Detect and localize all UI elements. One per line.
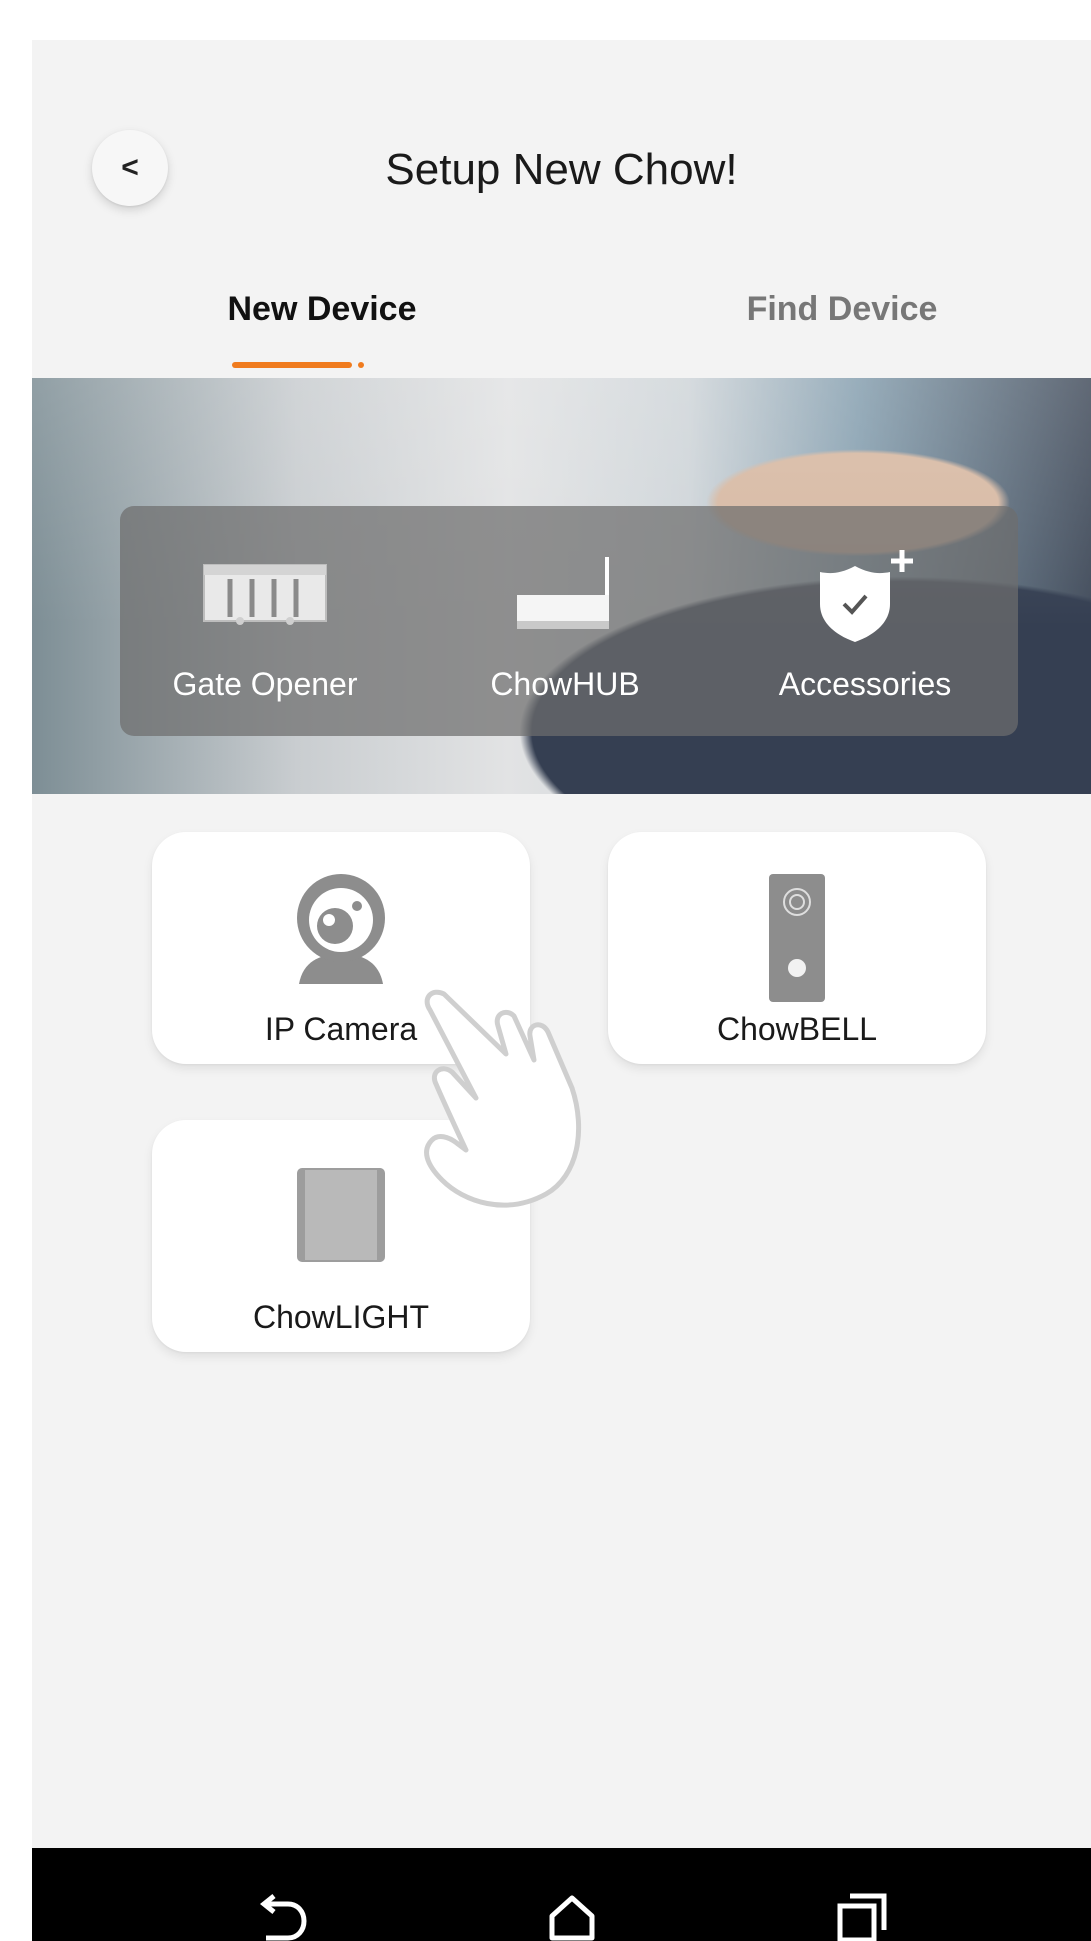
home-icon xyxy=(549,1895,595,1941)
nav-recents-button[interactable] xyxy=(822,1878,902,1941)
device-card-label: ChowBELL xyxy=(716,1011,878,1047)
hero-item-label: Gate Opener xyxy=(172,666,358,702)
hero-item-label: ChowHUB xyxy=(490,666,640,702)
chevron-left-icon: < xyxy=(121,151,139,184)
nav-home-button[interactable] xyxy=(532,1878,612,1941)
hero-category-panel: Gate Opener ChowHUB Accessories xyxy=(120,506,1018,736)
tap-hand-icon xyxy=(424,989,582,1208)
hero-item-accessories[interactable]: Accessories xyxy=(720,506,1010,736)
hero-item-chowhub[interactable]: ChowHUB xyxy=(420,506,710,736)
hub-router-icon xyxy=(517,557,609,629)
active-tab-indicator xyxy=(232,362,352,368)
page-title: Setup New Chow! xyxy=(385,145,738,194)
system-navigation-bar xyxy=(32,1848,1091,1941)
recents-icon xyxy=(837,1893,887,1941)
hero-banner: Gate Opener ChowHUB Accessories xyxy=(32,378,1091,794)
device-card-chowbell[interactable]: ChowBELL xyxy=(608,832,986,1064)
light-switch-icon xyxy=(297,1168,385,1262)
back-button[interactable]: < xyxy=(92,130,168,206)
ip-camera-icon xyxy=(297,874,385,984)
tab-find-device[interactable]: Find Device xyxy=(722,290,962,329)
doorbell-icon xyxy=(769,874,825,1002)
nav-back-button[interactable] xyxy=(242,1878,322,1941)
shield-plus-icon xyxy=(820,550,913,642)
setup-screen: < Setup New Chow! New Device Find Device xyxy=(32,40,1091,1941)
tab-new-device[interactable]: New Device xyxy=(202,290,442,329)
hero-item-label: Accessories xyxy=(778,666,952,702)
hero-item-gate-opener[interactable]: Gate Opener xyxy=(120,506,410,736)
active-tab-indicator-dot xyxy=(358,362,364,368)
back-arrow-icon xyxy=(259,1894,307,1941)
gate-opener-icon xyxy=(203,564,327,625)
device-card-label: ChowLIGHT xyxy=(252,1299,430,1335)
